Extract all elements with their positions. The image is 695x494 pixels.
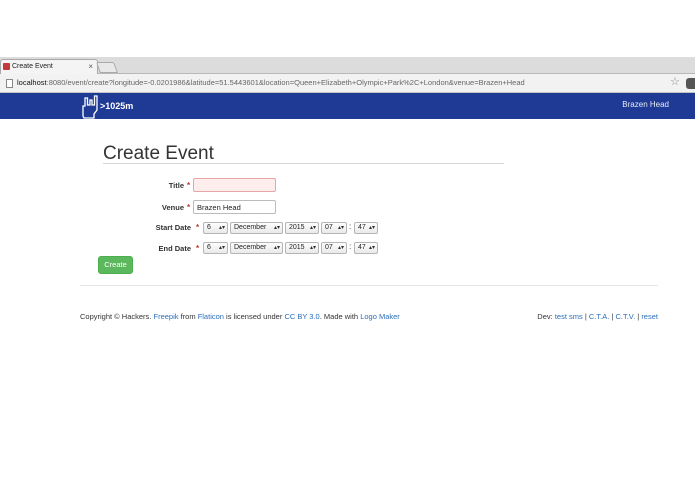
start-month-value: December bbox=[234, 224, 267, 231]
start-year-value: 2015 bbox=[289, 224, 305, 231]
tab-title: Create Event bbox=[12, 63, 53, 70]
test-sms-link[interactable]: test sms bbox=[555, 312, 583, 321]
end-day-select[interactable]: 6 ▴▾ bbox=[203, 242, 228, 254]
ctv-link[interactable]: C.T.V. bbox=[615, 312, 635, 321]
new-tab-button[interactable] bbox=[95, 62, 119, 73]
select-arrows-icon: ▴▾ bbox=[337, 225, 344, 231]
url-path: :8080/event/create?longitude=-0.0201986&… bbox=[46, 78, 525, 87]
start-minute-value: 47 bbox=[358, 224, 366, 231]
title-required-mark: * bbox=[187, 181, 191, 190]
start-required-mark: * bbox=[196, 223, 200, 232]
url-host: localhost bbox=[17, 78, 47, 87]
cta-link[interactable]: C.T.A. bbox=[589, 312, 609, 321]
start-date-label: Start Date bbox=[155, 223, 191, 232]
cc-by-link[interactable]: CC BY 3.0 bbox=[284, 312, 319, 321]
separator: | bbox=[637, 312, 640, 321]
create-button[interactable]: Create bbox=[98, 256, 133, 274]
select-arrows-icon: ▴▾ bbox=[368, 245, 375, 251]
favicon-icon bbox=[3, 63, 10, 70]
end-minute-value: 47 bbox=[358, 244, 366, 251]
footer-credits: Copyright © Hackers. Freepik from Flatic… bbox=[80, 312, 400, 321]
tab-close-icon[interactable]: × bbox=[88, 60, 93, 73]
start-month-select[interactable]: December ▴▾ bbox=[230, 222, 283, 234]
title-input[interactable] bbox=[193, 178, 276, 192]
bookmark-star-icon[interactable]: ☆ bbox=[670, 75, 680, 88]
page-title: Create Event bbox=[103, 143, 214, 164]
end-required-mark: * bbox=[196, 244, 200, 253]
select-arrows-icon: ▴▾ bbox=[273, 225, 280, 231]
title-label: Title bbox=[168, 181, 184, 190]
address-bar[interactable]: localhost:8080/event/create?longitude=-0… bbox=[17, 77, 525, 89]
end-month-value: December bbox=[234, 244, 267, 251]
footer-divider bbox=[80, 285, 658, 286]
dev-label: Dev: bbox=[537, 312, 553, 321]
from-text: from bbox=[180, 312, 196, 321]
select-arrows-icon: ▴▾ bbox=[309, 245, 316, 251]
browser-tab[interactable]: Create Event × bbox=[0, 59, 98, 74]
reset-link[interactable]: reset bbox=[641, 312, 658, 321]
copyright-text: Copyright © Hackers. bbox=[80, 312, 152, 321]
title-divider bbox=[103, 163, 504, 164]
page-icon bbox=[6, 79, 13, 88]
start-hour-select[interactable]: 07 ▴▾ bbox=[321, 222, 347, 234]
start-minute-select[interactable]: 47 ▴▾ bbox=[354, 222, 378, 234]
made-with-text: . Made with bbox=[319, 312, 359, 321]
logo-text[interactable]: >1025m bbox=[100, 101, 133, 111]
separator: | bbox=[584, 312, 587, 321]
select-arrows-icon: ▴▾ bbox=[218, 245, 225, 251]
start-day-value: 6 bbox=[207, 224, 211, 231]
end-year-value: 2015 bbox=[289, 244, 305, 251]
browser-toolbar: localhost:8080/event/create?longitude=-0… bbox=[0, 74, 695, 93]
end-minute-select[interactable]: 47 ▴▾ bbox=[354, 242, 378, 254]
start-day-select[interactable]: 6 ▴▾ bbox=[203, 222, 228, 234]
end-time-separator: : bbox=[349, 242, 352, 251]
licensed-text: is licensed under bbox=[226, 312, 283, 321]
freepik-link[interactable]: Freepik bbox=[153, 312, 178, 321]
nav-venue-link[interactable]: Brazen Head bbox=[622, 100, 669, 109]
end-day-value: 6 bbox=[207, 244, 211, 251]
start-time-separator: : bbox=[349, 222, 352, 231]
select-arrows-icon: ▴▾ bbox=[309, 225, 316, 231]
end-hour-select[interactable]: 07 ▴▾ bbox=[321, 242, 347, 254]
select-arrows-icon: ▴▾ bbox=[273, 245, 280, 251]
end-hour-value: 07 bbox=[325, 244, 333, 251]
end-date-label: End Date bbox=[158, 244, 191, 253]
logo-maker-link[interactable]: Logo Maker bbox=[360, 312, 400, 321]
flaticon-link[interactable]: Flaticon bbox=[198, 312, 224, 321]
start-year-select[interactable]: 2015 ▴▾ bbox=[285, 222, 319, 234]
end-month-select[interactable]: December ▴▾ bbox=[230, 242, 283, 254]
select-arrows-icon: ▴▾ bbox=[218, 225, 225, 231]
start-hour-value: 07 bbox=[325, 224, 333, 231]
select-arrows-icon: ▴▾ bbox=[368, 225, 375, 231]
separator: | bbox=[611, 312, 614, 321]
footer-dev-links: Dev: test sms | C.T.A. | C.T.V. | reset bbox=[537, 312, 658, 321]
browser-tab-strip: Create Event × bbox=[0, 57, 695, 74]
end-year-select[interactable]: 2015 ▴▾ bbox=[285, 242, 319, 254]
browser-menu-icon[interactable] bbox=[686, 78, 695, 89]
venue-label: Venue bbox=[161, 203, 184, 212]
select-arrows-icon: ▴▾ bbox=[337, 245, 344, 251]
venue-input[interactable] bbox=[193, 200, 276, 214]
venue-required-mark: * bbox=[187, 203, 191, 212]
